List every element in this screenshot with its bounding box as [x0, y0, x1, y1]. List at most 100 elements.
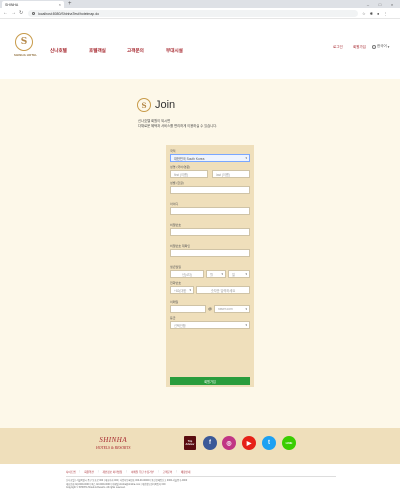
phone-placeholder: 숫자만 입력하세요 — [210, 288, 236, 293]
nationality-label: 국적 — [170, 149, 176, 153]
phone-code-select[interactable]: +82(대한 ▾ — [170, 286, 194, 294]
birth-month-select[interactable]: 월 ▾ — [206, 270, 226, 278]
join-form: 국적 대한민국 South Korea ▾ 성명 (국어/영문) first (… — [166, 145, 254, 387]
browser-tab[interactable]: SHINHA × — [2, 1, 64, 8]
name-label: 성명 (국어/영문) — [170, 165, 191, 169]
instagram-icon[interactable]: ◎ — [222, 436, 236, 450]
footer-link-contact[interactable]: 고객문의 — [163, 470, 173, 474]
login-link[interactable]: 로그인 — [333, 45, 343, 50]
password-confirm-label: 비밀번호 재확인 — [170, 244, 191, 248]
birth-month-value: 월 — [210, 272, 213, 277]
main-content: S Join 신나호텔 회원이 되시면 다채로운 혜택과 서비스를 편리하게 이… — [0, 79, 400, 428]
minimize-icon[interactable]: – — [362, 2, 374, 7]
email-label: 이메일 — [170, 300, 179, 304]
new-tab-icon[interactable]: + — [68, 1, 72, 7]
nationality-select[interactable]: 대한민국 South Korea ▾ — [170, 154, 250, 162]
star-icon[interactable]: ☆ — [362, 10, 366, 17]
close-window-icon[interactable]: × — [386, 2, 398, 7]
desc-line-2: 다채로운 혜택과 서비스를 편리하게 이용하실 수 있습니다. — [138, 124, 218, 128]
logo-text: SHINHA HOTEL — [14, 53, 38, 57]
extension-icon[interactable]: ✱ — [370, 10, 373, 17]
tripadvisor-icon[interactable]: Trip Advisor — [184, 436, 196, 450]
chevron-down-icon: ▾ — [245, 156, 247, 160]
footer-copyright: Copyright © SHINHA Hotels & Resorts. All… — [66, 487, 126, 490]
browser-tabbar: SHINHA × + – □ × — [0, 0, 400, 8]
back-icon[interactable]: ← — [3, 10, 8, 17]
nav-item-rooms[interactable]: 호텔객실 — [89, 48, 106, 54]
info-icon[interactable] — [32, 12, 35, 15]
footer-divider-line — [66, 476, 336, 477]
grade-select[interactable]: 선택안함 ▾ — [170, 321, 250, 329]
language-select[interactable]: 한국어 ▾ — [372, 44, 389, 49]
browser-tab-title: SHINHA — [5, 2, 19, 7]
footer-info: 사이트맵 | 회원약관 | 개인정보 처리방침 | 이메일 무단 수집거부 | 고객문의… — [0, 464, 400, 500]
address-bar[interactable]: localhost:8080/ShinhaTest/hotelmap.do — [28, 10, 358, 17]
password-label: 비밀번호 — [170, 223, 182, 227]
profile-icon[interactable]: ● — [377, 10, 379, 17]
menu-icon[interactable]: ⋮ — [383, 10, 387, 17]
forward-icon[interactable]: → — [11, 10, 16, 17]
signup-submit-button[interactable]: 회원가입 — [170, 377, 250, 385]
footer-brand-name: SHINHA — [99, 436, 128, 444]
footer-brand-bar: SHINHA HOTELS & RESORTS Trip Advisor f ◎… — [0, 428, 400, 464]
nav-item-contact[interactable]: 고객문의 — [127, 48, 144, 54]
footer-link-terms[interactable]: 회원약관 — [84, 470, 94, 474]
birth-day-value: 일 — [232, 272, 235, 277]
password-input[interactable] — [170, 228, 250, 236]
footer-link-sitemap[interactable]: 사이트맵 — [66, 470, 76, 474]
maximize-icon[interactable]: □ — [374, 2, 386, 7]
password-confirm-input[interactable] — [170, 249, 250, 257]
id-label: 아이디 — [170, 202, 179, 206]
gender-input[interactable] — [170, 186, 250, 194]
nav-item-hotel[interactable]: 신나호텔 — [50, 48, 67, 54]
site-logo[interactable]: S SHINHA HOTEL — [14, 33, 38, 61]
grade-label: 등급 — [170, 316, 176, 320]
footer-brand-sub: HOTELS & RESORTS — [96, 446, 131, 450]
last-name-placeholder: last (이름) — [216, 172, 230, 177]
first-name-input[interactable]: first (이름) — [170, 170, 208, 178]
footer-link-email-refuse[interactable]: 이메일 무단 수집거부 — [131, 470, 154, 474]
footer-divider: | — [79, 470, 81, 473]
last-name-input[interactable]: last (이름) — [212, 170, 250, 178]
gender-label: 성별 (한글) — [170, 181, 184, 185]
birth-day-select[interactable]: 일 ▾ — [228, 270, 250, 278]
nav-item-facilities[interactable]: 부대시설 — [166, 48, 183, 54]
id-input[interactable] — [170, 207, 250, 215]
close-tab-icon[interactable]: × — [59, 2, 61, 7]
phone-code-value: +82(대한 — [174, 288, 187, 293]
join-heading: S Join — [137, 97, 175, 113]
phone-label: 전화번호 — [170, 281, 182, 285]
twitter-icon[interactable]: t — [262, 436, 276, 450]
footer-company-info: 신나호텔 | 서울특별시 중구 동호로 000 | 대표이사 000 | 사업자… — [66, 480, 336, 491]
nationality-value: 대한민국 South Korea — [174, 156, 205, 161]
crest-icon: S — [15, 33, 33, 51]
first-name-placeholder: first (이름) — [174, 172, 189, 177]
birth-label: 생년월일 — [170, 265, 182, 269]
birth-year-input[interactable]: 년(4자) — [170, 270, 204, 278]
birth-year-placeholder: 년(4자) — [182, 272, 192, 277]
signup-link[interactable]: 회원가입 — [353, 45, 366, 50]
line-icon[interactable]: LINE — [282, 436, 296, 450]
browser-toolbar: ← → ↻ localhost:8080/ShinhaTest/hotelmap… — [0, 8, 400, 19]
email-at-sign: @ — [208, 306, 213, 311]
footer-divider: | — [176, 470, 177, 473]
footer-link-privacy[interactable]: 개인정보 처리방침 — [102, 470, 122, 474]
footer-link-careers[interactable]: 채용안내 — [181, 470, 191, 474]
address-text: localhost:8080/ShinhaTest/hotelmap.do — [38, 11, 100, 16]
email-domain-value: naver.com — [218, 307, 233, 311]
phone-input[interactable]: 숫자만 입력하세요 — [196, 286, 250, 294]
page-title: Join — [155, 99, 176, 111]
crest-icon: S — [137, 98, 151, 112]
footer-divider: | — [126, 470, 127, 473]
footer-links: 사이트맵 | 회원약관 | 개인정보 처리방침 | 이메일 무단 수집거부 | 고객문의… — [66, 470, 190, 474]
youtube-icon[interactable]: ▶ — [242, 436, 256, 450]
site-header: S SHINHA HOTEL 신나호텔 호텔객실 고객문의 부대시설 로그인 회… — [0, 19, 400, 79]
facebook-icon[interactable]: f — [203, 436, 217, 450]
email-domain-select[interactable]: naver.com ▾ — [214, 305, 250, 313]
window-controls: – □ × — [362, 0, 398, 8]
language-label: 한국어 — [377, 44, 387, 48]
email-id-input[interactable] — [170, 305, 206, 313]
reload-icon[interactable]: ↻ — [19, 10, 23, 17]
chevron-down-icon: ▾ — [245, 272, 247, 276]
footer-logo[interactable]: SHINHA HOTELS & RESORTS — [96, 436, 130, 450]
